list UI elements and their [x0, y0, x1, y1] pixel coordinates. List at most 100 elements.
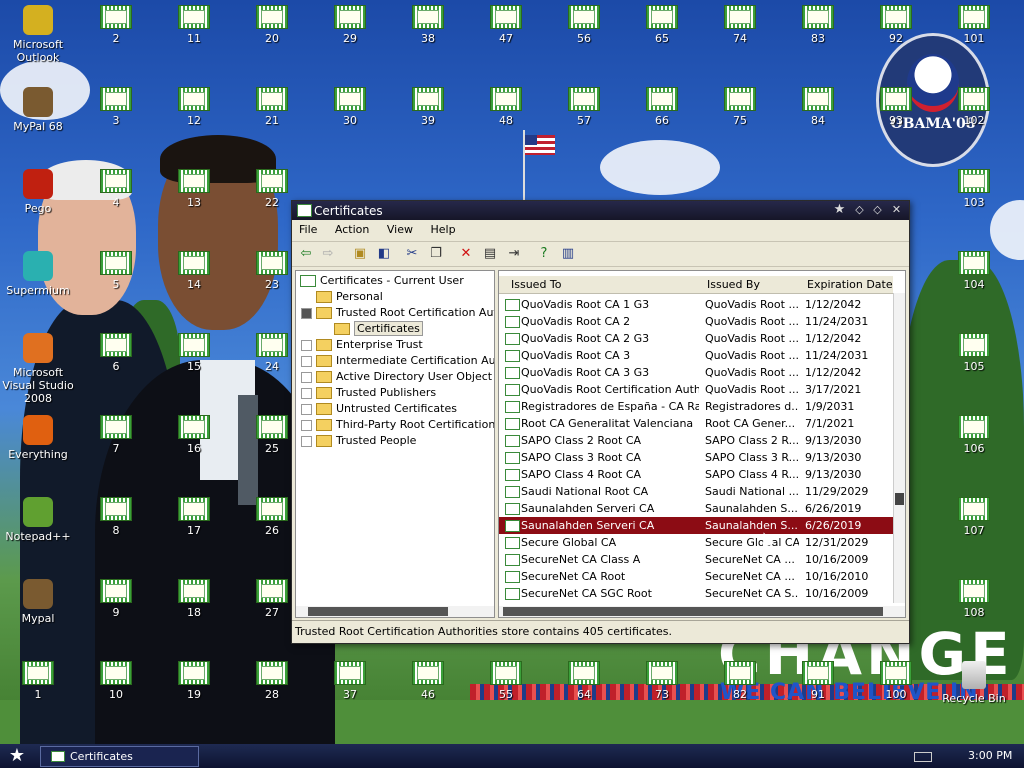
desktop-certificate-file[interactable]: 108 [936, 579, 1012, 619]
desktop-certificate-file[interactable]: 104 [936, 251, 1012, 291]
desktop-shortcut-mypal[interactable]: MyPal 68 [0, 87, 76, 133]
table-row[interactable]: SecureNet CA SGC Root SecureNet CA S... 10… [499, 585, 893, 602]
desktop-certificate-file[interactable]: 20 [234, 5, 310, 45]
table-row[interactable]: Secure Global CA Secure Global CA 12/31/20… [499, 534, 893, 551]
taskbar-certificates-button[interactable]: Certificates [40, 746, 199, 767]
table-row[interactable]: SAPO Class 2 Root CA SAPO Class 2 R... 9/1… [499, 432, 893, 449]
desktop-certificate-file[interactable]: 29 [312, 5, 388, 45]
minimize-button[interactable]: ◇ [852, 203, 867, 217]
desktop-certificate-file[interactable]: 10 [78, 661, 154, 701]
desktop-shortcut-everything[interactable]: Everything [0, 415, 76, 461]
recycle-bin[interactable]: Recycle Bin [936, 661, 1012, 705]
copy-icon[interactable]: ❐ [428, 246, 444, 262]
desktop-certificate-file[interactable]: 73 [624, 661, 700, 701]
desktop-certificate-file[interactable]: 48 [468, 87, 544, 127]
column-issued-to[interactable]: Issued To [511, 278, 562, 291]
desktop-certificate-file[interactable]: 103 [936, 169, 1012, 209]
star-icon[interactable]: ★ [832, 203, 847, 217]
desktop-certificate-file[interactable]: 4 [78, 169, 154, 209]
tree-item[interactable]: Personal [316, 289, 383, 305]
tree-item[interactable]: Trusted Publishers [301, 385, 436, 401]
tree-item[interactable]: Enterprise Trust [301, 337, 423, 353]
desktop-certificate-file[interactable]: 66 [624, 87, 700, 127]
desktop-shortcut-pego[interactable]: Pego [0, 169, 76, 215]
table-row[interactable]: SAPO Class 3 Root CA SAPO Class 3 R... 9/1… [499, 449, 893, 466]
desktop-certificate-file[interactable]: 38 [390, 5, 466, 45]
up-folder-icon[interactable]: ▣ [352, 246, 368, 262]
desktop-certificate-file[interactable]: 74 [702, 5, 778, 45]
table-row[interactable]: QuoVadis Root CA 2 G3 QuoVadis Root ... 1/… [499, 330, 893, 347]
desktop-certificate-file[interactable]: 9 [78, 579, 154, 619]
desktop-certificate-file[interactable]: 102 [936, 87, 1012, 127]
desktop-certificate-file[interactable]: 37 [312, 661, 388, 701]
table-row[interactable]: QuoVadis Root Certification Autho... QuoV… [499, 381, 893, 398]
desktop-certificate-file[interactable]: 93 [858, 87, 934, 127]
table-row[interactable]: QuoVadis Root CA 1 G3 QuoVadis Root ... 1/… [499, 296, 893, 313]
desktop-shortcut-notepad-plus-plus[interactable]: Notepad++ [0, 497, 76, 543]
keyboard-icon[interactable] [914, 752, 932, 762]
tree-expander[interactable] [301, 340, 312, 351]
desktop-certificate-file[interactable]: 91 [780, 661, 856, 701]
forward-arrow-icon[interactable]: ⇨ [320, 246, 336, 262]
tree-expander[interactable] [301, 404, 312, 415]
menu-view[interactable]: View [380, 220, 420, 236]
desktop-certificate-file[interactable]: 64 [546, 661, 622, 701]
back-arrow-icon[interactable]: ⇦ [298, 246, 314, 262]
table-row[interactable]: SAPO Class 4 Root CA SAPO Class 4 R... 9/1… [499, 466, 893, 483]
desktop-shortcut-supermium[interactable]: Supermium [0, 251, 76, 297]
desktop-certificate-file[interactable]: 5 [78, 251, 154, 291]
cut-icon[interactable]: ✂ [404, 246, 420, 262]
table-row[interactable]: Root CA Generalitat Valenciana Root CA Ge… [499, 415, 893, 432]
table-row[interactable]: Registradores de España - CA Raíz Registr… [499, 398, 893, 415]
desktop-certificate-file[interactable]: 47 [468, 5, 544, 45]
tree-item[interactable]: Third-Party Root Certification Authoriti… [301, 417, 494, 433]
desktop-certificate-file[interactable]: 65 [624, 5, 700, 45]
desktop-certificate-file[interactable]: 13 [156, 169, 232, 209]
table-row[interactable]: SecureNet CA Class A SecureNet CA ... 10/1… [499, 551, 893, 568]
desktop-certificate-file[interactable]: 39 [390, 87, 466, 127]
desktop-certificate-file[interactable]: 28 [234, 661, 310, 701]
tree-expander[interactable] [301, 388, 312, 399]
desktop-certificate-file[interactable]: 30 [312, 87, 388, 127]
desktop-certificate-file[interactable]: 105 [936, 333, 1012, 373]
table-row[interactable]: Saudi National Root CA Saudi National ...… [499, 483, 893, 500]
action-pane-icon[interactable]: ▥ [560, 246, 576, 262]
delete-icon[interactable]: ✕ [458, 246, 474, 262]
tree-horizontal-scrollbar[interactable] [296, 606, 494, 617]
desktop-certificate-file[interactable]: 75 [702, 87, 778, 127]
desktop-certificate-file[interactable]: 107 [936, 497, 1012, 537]
desktop-certificate-file[interactable]: 3 [78, 87, 154, 127]
table-row[interactable]: Saunalahden Serveri CA Saunalahden S... 6/… [499, 517, 893, 534]
tree-expander[interactable] [301, 308, 312, 319]
desktop-certificate-file[interactable]: 6 [78, 333, 154, 373]
tree-item[interactable]: Trusted Root Certification Authorities [301, 305, 494, 321]
desktop-shortcut-outlook[interactable]: Microsoft Outlook [0, 5, 76, 64]
start-button[interactable]: ★ [4, 746, 30, 766]
list-vertical-scrollbar[interactable] [893, 293, 905, 603]
desktop-certificate-file[interactable]: 92 [858, 5, 934, 45]
desktop-certificate-file[interactable]: 11 [156, 5, 232, 45]
desktop-certificate-file[interactable]: 83 [780, 5, 856, 45]
desktop-certificate-file[interactable]: 12 [156, 87, 232, 127]
certificates-window[interactable]: Certificates ★ ◇ ◇ ✕ File Action View He… [291, 200, 910, 644]
desktop-certificate-file[interactable]: 2 [78, 5, 154, 45]
desktop-certificate-file[interactable]: 1 [0, 661, 76, 701]
tree-expander[interactable] [301, 436, 312, 447]
desktop-shortcut-mypal[interactable]: Mypal [0, 579, 76, 625]
scroll-thumb[interactable] [308, 607, 448, 616]
desktop-certificate-file[interactable]: 14 [156, 251, 232, 291]
tree-expander[interactable] [301, 372, 312, 383]
desktop-certificate-file[interactable]: 56 [546, 5, 622, 45]
console-tree[interactable]: Certificates - Current User Personal Trus… [295, 270, 495, 618]
help-icon[interactable]: ? [536, 246, 552, 262]
tree-item[interactable]: Trusted People [301, 433, 416, 449]
desktop-certificate-file[interactable]: 18 [156, 579, 232, 619]
desktop-certificate-file[interactable]: 21 [234, 87, 310, 127]
title-bar[interactable]: Certificates ★ ◇ ◇ ✕ [292, 201, 909, 220]
tree-item[interactable]: Intermediate Certification Authorities [301, 353, 494, 369]
table-row[interactable]: QuoVadis Root CA 2 QuoVadis Root ... 11/24… [499, 313, 893, 330]
desktop-certificate-file[interactable]: 19 [156, 661, 232, 701]
restore-button[interactable]: ◇ [870, 203, 885, 217]
column-expiration-date[interactable]: Expiration Date [807, 278, 893, 291]
tree-expander[interactable] [301, 420, 312, 431]
